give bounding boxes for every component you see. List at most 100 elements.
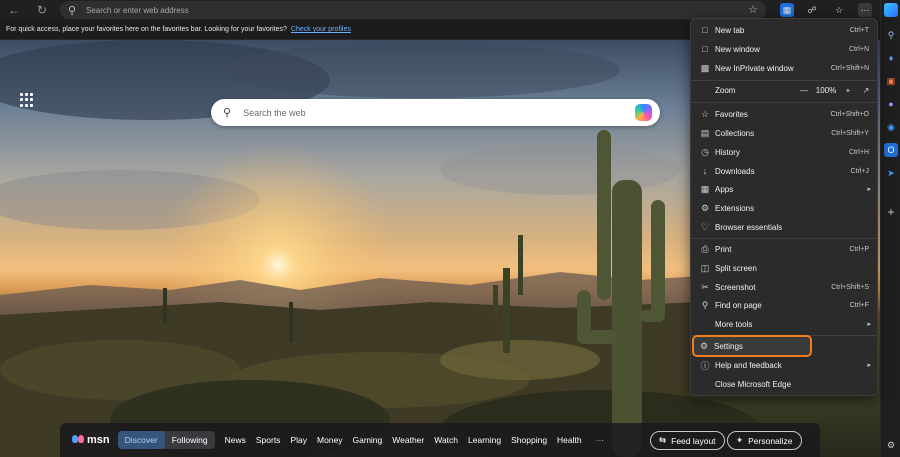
- nav-link-weather[interactable]: Weather: [392, 435, 424, 445]
- feed-layout-button[interactable]: ⇆ Feed layout: [650, 431, 725, 450]
- menu-label: Apps: [715, 184, 734, 194]
- nav-link-money[interactable]: Money: [317, 435, 343, 445]
- menu-shortcut: Ctrl+J: [850, 167, 869, 175]
- outlook-icon[interactable]: O: [884, 143, 898, 157]
- menu-item-screenshot[interactable]: ✂ Screenshot Ctrl+Shift+S: [695, 278, 875, 296]
- apps-grid-icon[interactable]: [20, 93, 34, 107]
- menu-item-new-tab[interactable]: □ New tab Ctrl+T: [695, 21, 875, 39]
- copilot-icon[interactable]: [884, 3, 898, 17]
- back-button[interactable]: ←: [4, 0, 24, 20]
- inprivate-icon: ▩: [700, 62, 710, 73]
- check-profiles-link[interactable]: Check your profiles: [291, 26, 351, 33]
- web-search-box[interactable]: ⚲: [211, 99, 660, 126]
- nav-link-sports[interactable]: Sports: [256, 435, 281, 445]
- games-icon[interactable]: ◉: [884, 120, 898, 134]
- menu-item-collections[interactable]: ▤ Collections Ctrl+Shift+Y: [695, 124, 875, 142]
- menu-item-settings[interactable]: ⚙ Settings: [692, 335, 812, 357]
- feed-layout-label: Feed layout: [671, 435, 716, 446]
- chevron-right-icon: ▸: [867, 321, 871, 328]
- menu-item-browser-essentials[interactable]: ♡ Browser essentials: [695, 218, 875, 236]
- new-tab-icon: □: [702, 25, 708, 35]
- send-icon[interactable]: ➤: [884, 166, 898, 180]
- nav-link-play[interactable]: Play: [290, 435, 307, 445]
- menu-item-extensions[interactable]: ⚙ Extensions: [695, 199, 875, 217]
- nav-link-shopping[interactable]: Shopping: [511, 435, 547, 445]
- search-icon: ⚲: [68, 4, 77, 17]
- menu-item-history[interactable]: ◷ History Ctrl+H: [695, 143, 875, 161]
- msn-butterfly-icon: [72, 435, 84, 445]
- menu-divider: [691, 238, 877, 239]
- person-icon[interactable]: ●: [884, 97, 898, 111]
- menu-item-find-on-page[interactable]: ⚲ Find on page Ctrl+F: [695, 296, 875, 314]
- find-icon: ⚲: [701, 299, 709, 310]
- menu-item-split-screen[interactable]: ◫ Split screen: [695, 259, 875, 277]
- menu-shortcut: Ctrl+Shift+O: [830, 110, 869, 118]
- menu-item-print[interactable]: ⎙ Print Ctrl+P: [695, 240, 875, 258]
- nav-link-gaming[interactable]: Gaming: [353, 435, 383, 445]
- menu-shortcut: Ctrl+F: [849, 301, 869, 309]
- search-icon[interactable]: ⚲: [884, 28, 898, 42]
- menu-item-new-window[interactable]: □ New window Ctrl+N: [695, 40, 875, 58]
- zoom-out-button[interactable]: —: [795, 86, 813, 95]
- download-icon: ↓: [702, 166, 708, 176]
- toolbar: ← ↻ ⚲ ☆ ▦ ☍ ☆ ···: [0, 0, 880, 20]
- zoom-in-button[interactable]: +: [839, 86, 857, 95]
- browser-essentials-icon[interactable]: ☍: [805, 3, 819, 17]
- fullscreen-icon[interactable]: ↗: [857, 86, 875, 95]
- favorites-icon[interactable]: ☆: [832, 3, 846, 17]
- menu-item-new-inprivate-window[interactable]: ▩ New InPrivate window Ctrl+Shift+N: [695, 59, 875, 77]
- personalize-label: Personalize: [748, 435, 793, 446]
- menu-label: Split screen: [715, 263, 757, 273]
- extension-icon[interactable]: ▦: [780, 3, 794, 17]
- menu-item-close-microsoft-edge[interactable]: Close Microsoft Edge: [695, 375, 875, 393]
- refresh-button[interactable]: ↻: [32, 0, 52, 20]
- right-sidebar: ⚲ ♦ ▣ ● ◉ O ➤ + ⚙: [880, 0, 900, 457]
- menu-label: Close Microsoft Edge: [715, 379, 792, 389]
- more-icon[interactable]: ···: [858, 3, 872, 17]
- nav-link-news[interactable]: News: [225, 435, 246, 445]
- split-screen-icon: ◫: [700, 262, 710, 273]
- toolbox-icon[interactable]: ▣: [884, 74, 898, 88]
- refresh-icon: ↻: [36, 3, 48, 17]
- personalize-icon: ✦: [736, 435, 744, 445]
- web-search-input[interactable]: [243, 107, 604, 118]
- copilot-icon[interactable]: [635, 104, 652, 121]
- zoom-label: Zoom: [715, 85, 736, 95]
- tab-discover[interactable]: Discover: [117, 431, 165, 449]
- menu-label: Favorites: [715, 109, 748, 119]
- browser-window: { "address_bar": {"placeholder": "Search…: [0, 0, 900, 457]
- address-input[interactable]: [86, 5, 686, 15]
- menu-item-downloads[interactable]: ↓ Downloads Ctrl+J: [695, 162, 875, 180]
- apps-icon: ▦: [700, 183, 710, 194]
- personalize-button[interactable]: ✦ Personalize: [727, 431, 802, 450]
- heart-icon: ♡: [700, 221, 710, 232]
- more-links-button[interactable]: ···: [596, 435, 605, 445]
- tab-following[interactable]: Following: [165, 431, 215, 449]
- print-icon: ⎙: [701, 243, 709, 254]
- menu-divider: [691, 335, 877, 336]
- favorites-bar-message: For quick access, place your favorites h…: [6, 26, 287, 33]
- add-icon[interactable]: +: [884, 205, 898, 219]
- menu-label: New tab: [715, 25, 745, 35]
- menu-shortcut: Ctrl+N: [848, 45, 869, 53]
- nav-link-health[interactable]: Health: [557, 435, 582, 445]
- menu-item-favorites[interactable]: ☆ Favorites Ctrl+Shift+O: [695, 105, 875, 123]
- menu-item-apps[interactable]: ▦ Apps ▸: [695, 180, 875, 198]
- address-bar[interactable]: ⚲ ☆: [60, 1, 766, 19]
- menu-item-help-and-feedback[interactable]: ⓘ Help and feedback ▸: [695, 356, 875, 374]
- menu-label: Settings: [714, 341, 743, 351]
- msn-logo[interactable]: msn: [72, 434, 110, 446]
- menu-label: Downloads: [715, 166, 755, 176]
- tag-icon[interactable]: ♦: [884, 51, 898, 65]
- menu-shortcut: Ctrl+Shift+N: [830, 64, 869, 72]
- settings-icon[interactable]: ⚙: [884, 438, 898, 452]
- menu-label: New window: [715, 44, 760, 54]
- add-favorite-star-icon[interactable]: ☆: [748, 3, 758, 16]
- nav-link-watch[interactable]: Watch: [434, 435, 458, 445]
- extensions-icon: ⚙: [700, 202, 710, 213]
- menu-item-zoom: Zoom — 100% + ↗: [695, 81, 875, 99]
- menu-item-more-tools[interactable]: More tools ▸: [695, 315, 875, 333]
- nav-link-learning[interactable]: Learning: [468, 435, 501, 445]
- favorites-icon: ☆: [700, 108, 710, 119]
- menu-label: Browser essentials: [715, 222, 783, 232]
